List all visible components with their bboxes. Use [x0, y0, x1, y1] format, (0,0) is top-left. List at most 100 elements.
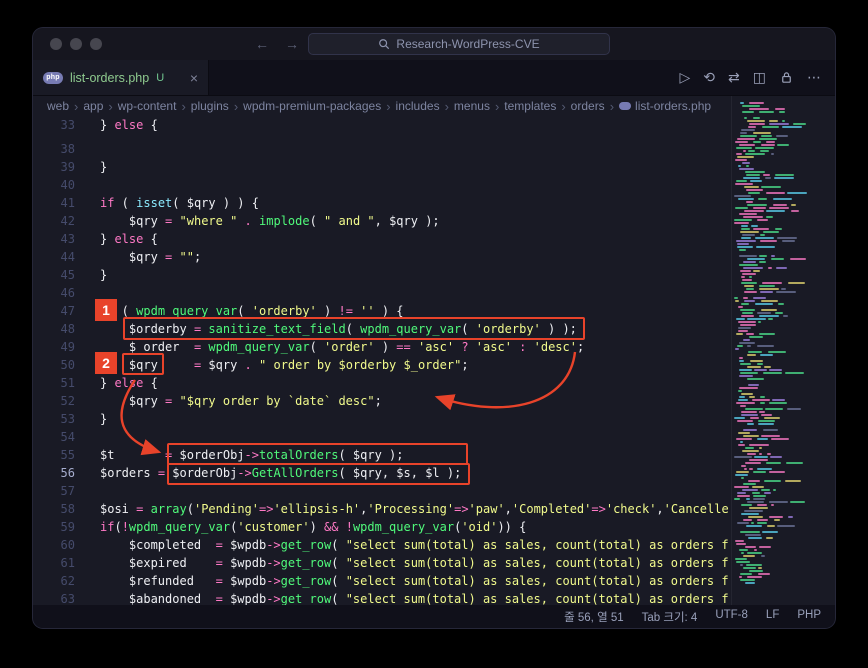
editor-pane: web › app › wp-content › plugins › wpdm-premium-…	[33, 96, 731, 606]
line-number: 43	[60, 232, 75, 246]
code-line: 42 $qry = "where " . implode( " and ", $…	[33, 212, 731, 230]
code-line: 38	[33, 140, 731, 158]
line-number: 57	[60, 484, 75, 498]
breadcrumb-item[interactable]: orders	[571, 99, 605, 113]
code-line: 58 $osi = array('Pending'=>'ellipsis-h','…	[33, 500, 731, 518]
code-line: 43} else {	[33, 230, 731, 248]
line-number: 56	[60, 466, 75, 480]
navigate-back-button[interactable]: ←	[255, 36, 269, 52]
line-number: 48	[60, 322, 75, 336]
line-number: 59	[60, 520, 75, 534]
breadcrumb-separator: ›	[108, 98, 113, 114]
line-number: 33	[60, 118, 75, 132]
git-status-badge: U	[156, 71, 165, 84]
line-number: 41	[60, 196, 75, 210]
breadcrumb-item[interactable]: includes	[396, 99, 440, 113]
line-number: 49	[60, 340, 75, 354]
line-number: 50	[60, 358, 75, 372]
editor-actions: ▷ ⟲ ⇄ ◫ ⋯	[680, 60, 835, 95]
minimap[interactable]	[731, 96, 819, 605]
tab-strip: php list-orders.php U × ▷ ⟲ ⇄ ◫ ⋯	[33, 60, 835, 96]
breadcrumb-item[interactable]: plugins	[191, 99, 229, 113]
breadcrumb-item[interactable]: menus	[454, 99, 490, 113]
title-bar: ← → Research-WordPress-CVE	[33, 28, 835, 60]
breadcrumb-item[interactable]: app	[83, 99, 103, 113]
history-icon[interactable]: ⟲	[703, 70, 715, 86]
window-controls	[50, 38, 102, 50]
line-number: 47	[60, 304, 75, 318]
line-number: 38	[60, 142, 75, 156]
breadcrumb-item[interactable]: list-orders.php	[619, 99, 711, 113]
breadcrumb-separator: ›	[233, 98, 239, 114]
maximize-window-button[interactable]	[90, 38, 102, 50]
code-editor[interactable]: 33} else {38 39} 40 41 if ( isset( $qry ) ) …	[33, 116, 731, 605]
code-line: 45}	[33, 266, 731, 284]
vscode-window: ← → Research-WordPress-CVE php list-orde…	[33, 28, 835, 628]
breadcrumb-item[interactable]: wp-content	[118, 99, 177, 113]
line-number: 44	[60, 250, 75, 264]
code-line: 63 $abandoned = $wpdb->get_row( "select …	[33, 590, 731, 605]
code-line: 56 $orders = $orderObj->GetAllOrders( $qr…	[33, 464, 731, 482]
code-line: 33} else {	[33, 116, 731, 134]
open-changes-icon[interactable]: ⇄	[728, 70, 740, 86]
minimap-line	[732, 581, 819, 584]
breadcrumb: web › app › wp-content › plugins › wpdm-premium-…	[33, 96, 731, 116]
code-line: 50 $qry = $qry . " order by $orderby $_o…	[33, 356, 731, 374]
lock-icon[interactable]	[779, 70, 794, 85]
code-line: 54	[33, 428, 731, 446]
code-line: 49 $_order = wpdm_query_var( 'order' ) =…	[33, 338, 731, 356]
code-line: 53}	[33, 410, 731, 428]
code-line: 44 $qry = "";	[33, 248, 731, 266]
split-editor-icon[interactable]: ◫	[753, 70, 766, 86]
line-number: 40	[60, 178, 75, 192]
line-number: 39	[60, 160, 75, 174]
line-number: 52	[60, 394, 75, 408]
code-line: 51} else {	[33, 374, 731, 392]
status-items: 줄 56, 열 51 Tab 크기: 4 UTF-8 LF PHP	[564, 609, 821, 625]
status-item[interactable]: 줄 56, 열 51	[564, 609, 624, 625]
tab-file-name: list-orders.php	[70, 70, 150, 85]
line-number: 45	[60, 268, 75, 282]
breadcrumb-item[interactable]: web	[47, 99, 69, 113]
run-button[interactable]: ▷	[680, 70, 691, 86]
code-line: 46	[33, 284, 731, 302]
status-item[interactable]: UTF-8	[715, 609, 748, 625]
code-line: 60 $completed = $wpdb->get_row( "select …	[33, 536, 731, 554]
more-actions-button[interactable]: ⋯	[807, 70, 821, 86]
breadcrumb-separator: ›	[444, 98, 449, 114]
php-file-icon	[619, 102, 632, 110]
close-window-button[interactable]	[50, 38, 62, 50]
code-line: 48 $orderby = sanitize_text_field( wpdm_…	[33, 320, 731, 338]
line-number: 51	[60, 376, 75, 390]
workspace-title: Research-WordPress-CVE	[396, 37, 540, 51]
status-item[interactable]: LF	[766, 609, 779, 625]
line-number: 46	[60, 286, 75, 300]
line-number: 42	[60, 214, 75, 228]
status-item[interactable]: PHP	[797, 609, 821, 625]
line-number: 61	[60, 556, 75, 570]
minimize-window-button[interactable]	[70, 38, 82, 50]
breadcrumb-separator: ›	[181, 98, 186, 114]
minimap-content	[732, 98, 819, 584]
code-line: 61 $expired = $wpdb->get_row( "select su…	[33, 554, 731, 572]
breadcrumb-separator: ›	[609, 98, 615, 114]
breadcrumb-item[interactable]: templates	[504, 99, 556, 113]
breadcrumb-item[interactable]: wpdm-premium-packages	[243, 99, 381, 113]
navigate-forward-button[interactable]: →	[285, 36, 299, 52]
line-number: 55	[60, 448, 75, 462]
line-number: 58	[60, 502, 75, 516]
code-line: 47 if ( wpdm_query_var( 'orderby' ) != ''…	[33, 302, 731, 320]
breadcrumb-separator: ›	[74, 98, 79, 114]
code-line: 39}	[33, 158, 731, 176]
line-number: 53	[60, 412, 75, 426]
tab-list-orders[interactable]: php list-orders.php U ×	[33, 60, 209, 95]
status-bar: 줄 56, 열 51 Tab 크기: 4 UTF-8 LF PHP	[33, 605, 835, 628]
code-line: 59 if(!wpdm_query_var('customer') && !wpd…	[33, 518, 731, 536]
editor-area: web › app › wp-content › plugins › wpdm-premium-…	[33, 96, 835, 605]
line-number: 54	[60, 430, 75, 444]
code-line: 40	[33, 176, 731, 194]
command-center-search[interactable]: Research-WordPress-CVE	[308, 33, 610, 55]
scrollbar-track[interactable]	[819, 96, 835, 605]
status-item[interactable]: Tab 크기: 4	[642, 609, 698, 625]
close-tab-icon[interactable]: ×	[190, 71, 198, 85]
